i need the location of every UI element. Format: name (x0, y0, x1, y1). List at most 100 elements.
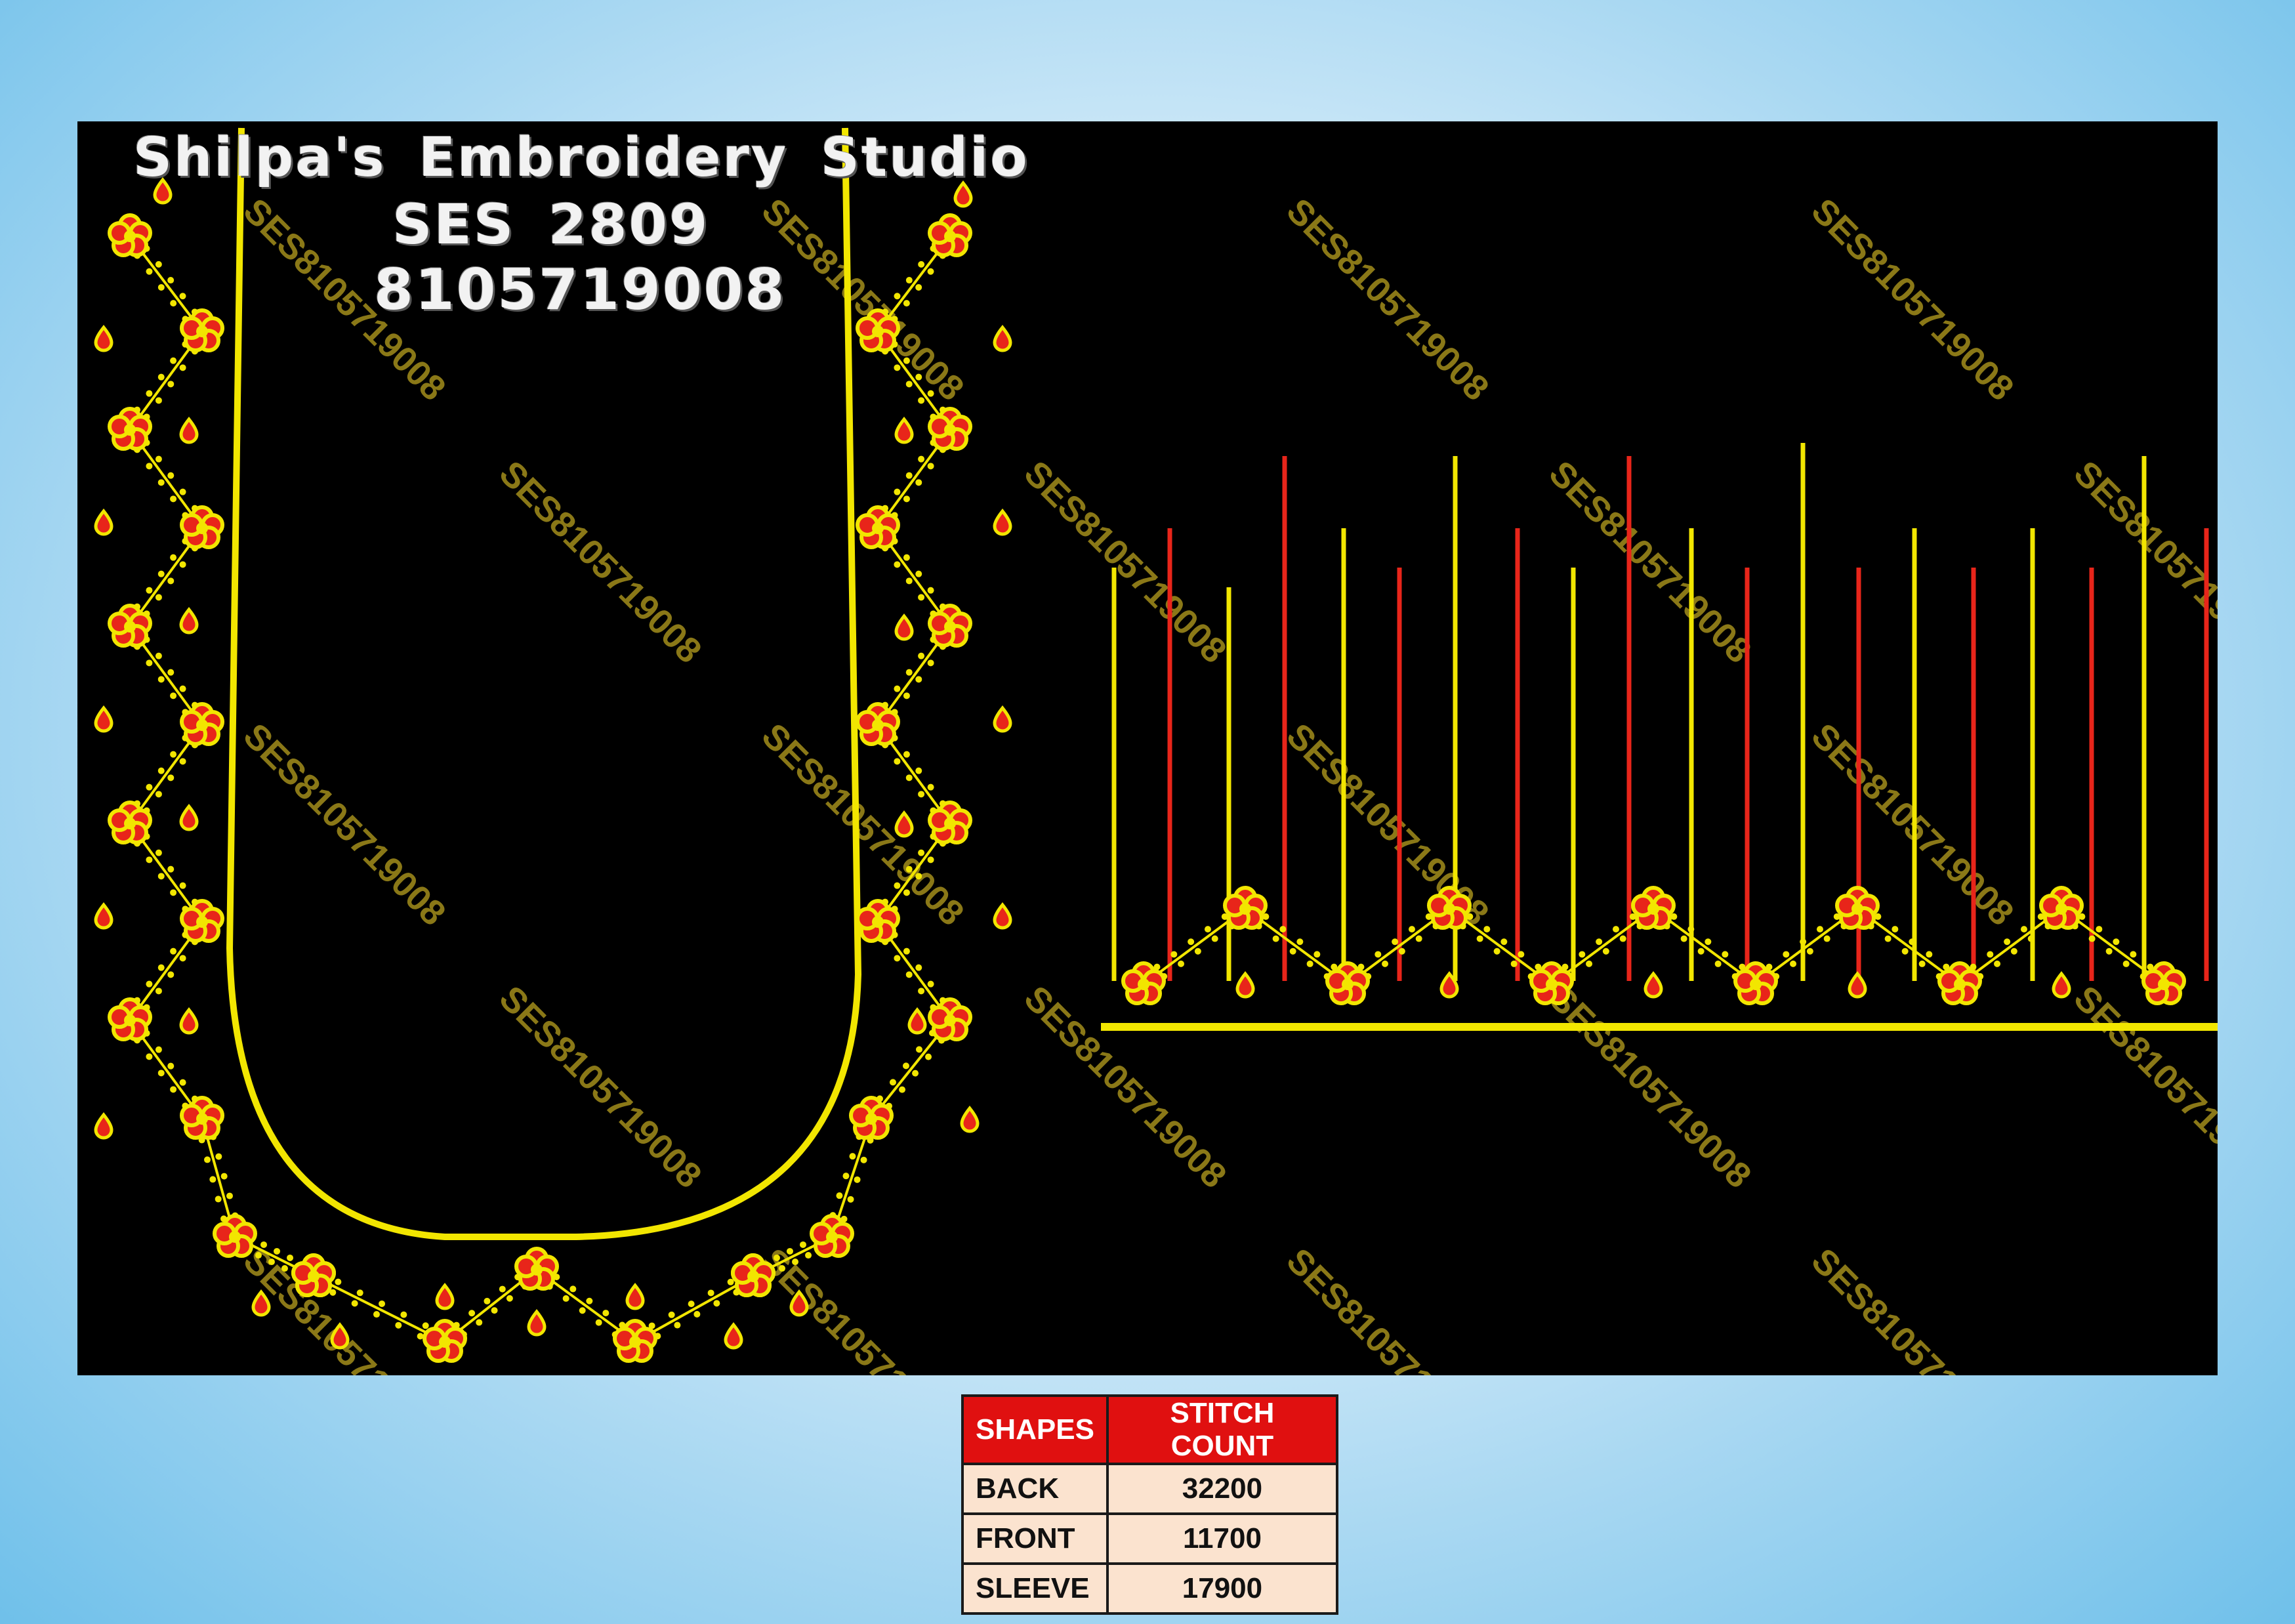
bead (274, 1247, 281, 1255)
bead (157, 373, 165, 381)
bead (905, 865, 913, 873)
bead (203, 1156, 211, 1163)
bead (894, 364, 901, 371)
bead (1313, 951, 1321, 958)
shape-name: BACK (961, 1463, 1109, 1515)
watermark-text: SES8105719008 (1279, 191, 1497, 408)
bead (927, 587, 934, 594)
bead (1783, 951, 1790, 958)
bead (905, 774, 913, 781)
bead (602, 1310, 610, 1317)
bead (170, 889, 177, 896)
bead (215, 1153, 222, 1160)
flower-motif (930, 802, 970, 843)
bead (170, 947, 177, 955)
header-stitch-count: STITCH COUNT (1106, 1394, 1338, 1465)
bead (146, 268, 153, 275)
watermark-text: SES8105719008 (236, 716, 453, 933)
bead (260, 1241, 268, 1248)
flower-motif (293, 1255, 334, 1295)
flower-motif (182, 1098, 222, 1138)
bead (903, 947, 910, 955)
bead (889, 1079, 896, 1086)
bead (579, 1307, 586, 1314)
design-code: SES 2809 (392, 192, 710, 257)
bead (1722, 951, 1729, 958)
bead (179, 561, 186, 568)
table-row: FRONT 11700 (961, 1512, 1338, 1565)
bead (854, 1176, 861, 1183)
bead (167, 774, 175, 781)
teardrop-motif (181, 1010, 197, 1033)
bead (215, 1196, 222, 1203)
bead (799, 1241, 806, 1248)
bead (915, 676, 922, 683)
flower-motif (110, 802, 150, 843)
bead (1272, 935, 1279, 942)
teardrop-motif (627, 1285, 643, 1308)
teardrop-motif (1850, 974, 1865, 997)
teardrop-motif (1237, 974, 1253, 997)
teardrop-motif (529, 1312, 545, 1335)
flower-motif (1633, 888, 1674, 928)
bead (595, 1319, 602, 1326)
teardrop-motif (995, 511, 1010, 534)
studio-name: Shilpa's Embroidery Studio (133, 127, 1029, 189)
bead (915, 873, 922, 880)
bead (2130, 951, 2137, 958)
bead (903, 495, 910, 503)
bead (1211, 935, 1218, 942)
flower-motif (930, 999, 970, 1039)
bead (1296, 938, 1304, 946)
bead (179, 955, 186, 962)
bead (915, 1046, 922, 1053)
bead (499, 1285, 506, 1293)
flower-motif (182, 310, 222, 350)
bead (506, 1295, 513, 1302)
bead (167, 865, 175, 873)
bead (179, 685, 186, 692)
bead (707, 1289, 714, 1297)
bead (157, 964, 165, 971)
bead (1612, 926, 1619, 933)
bead (157, 767, 165, 774)
bead (170, 495, 177, 503)
teardrop-motif (437, 1285, 453, 1308)
bead (713, 1300, 720, 1307)
bead (1306, 960, 1313, 967)
teardrop-motif (896, 813, 912, 836)
flower-motif (930, 215, 970, 255)
bead (2122, 960, 2130, 967)
bead (915, 373, 922, 381)
bead (1909, 938, 1916, 946)
bead (170, 357, 177, 364)
bead (155, 594, 162, 601)
bead (674, 1322, 681, 1329)
bead (915, 570, 922, 577)
bead (688, 1301, 695, 1308)
bead (779, 1265, 786, 1272)
teardrop-motif (995, 708, 1010, 731)
bead (167, 1062, 175, 1070)
bead (155, 988, 162, 995)
sleeve-border-design (1101, 443, 2218, 1031)
bead (170, 1086, 177, 1093)
bead (146, 1053, 153, 1060)
bead (586, 1297, 593, 1304)
bead (1884, 935, 1892, 942)
bead (894, 758, 901, 765)
bead (562, 1295, 569, 1302)
bead (2105, 947, 2113, 955)
bead (918, 594, 925, 601)
bead (927, 659, 934, 667)
bead (170, 751, 177, 758)
bead (422, 1322, 429, 1329)
bead (468, 1310, 476, 1317)
bead (925, 1053, 932, 1060)
watermark-text: SES8105719008 (1017, 978, 1234, 1196)
bead (905, 971, 913, 978)
bead (1680, 935, 1687, 942)
bead (179, 1079, 186, 1086)
bead (918, 397, 925, 404)
bead (155, 260, 162, 268)
